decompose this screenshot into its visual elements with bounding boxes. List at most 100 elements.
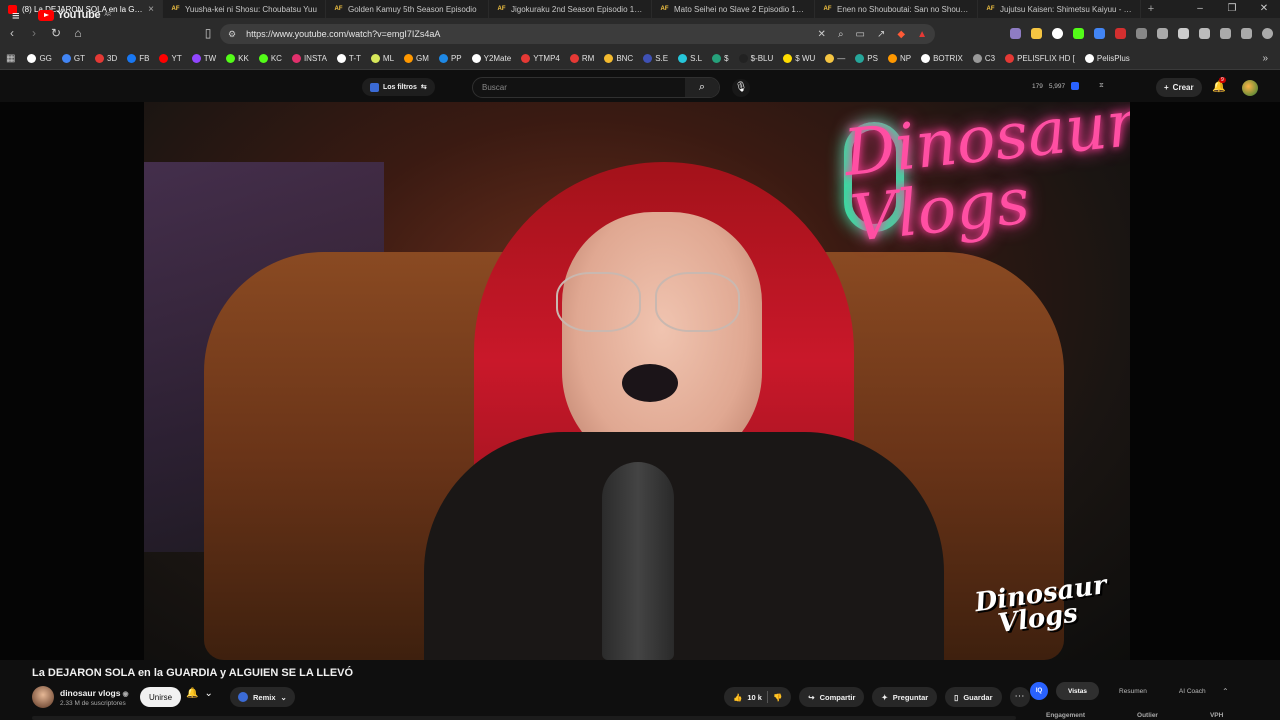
tab-anime-5[interactable]: AF Enen no Shouboutai: San no Shou Ep bbox=[815, 0, 978, 18]
sidebar-icon[interactable] bbox=[1199, 28, 1210, 39]
extension-icon[interactable] bbox=[1052, 28, 1063, 39]
chevron-up-icon[interactable]: ⌃ bbox=[1222, 687, 1229, 696]
bookmark-item[interactable]: 3D bbox=[95, 54, 117, 63]
remix-button[interactable]: Remix ⌄ bbox=[230, 687, 295, 707]
puzzle-icon[interactable] bbox=[1136, 28, 1147, 39]
extension-icon[interactable] bbox=[1157, 28, 1168, 39]
tab-resumen[interactable]: Resumen bbox=[1107, 682, 1159, 700]
bookmark-item[interactable]: S.L bbox=[678, 54, 702, 63]
music-icon[interactable] bbox=[1178, 28, 1189, 39]
notifications-icon[interactable]: 🔔 9 bbox=[1212, 77, 1226, 93]
extension-icon[interactable] bbox=[1031, 28, 1042, 39]
bookmark-item[interactable]: FB bbox=[127, 54, 149, 63]
channel-name[interactable]: dinosaur vlogs ◉ bbox=[60, 688, 129, 698]
tab-anime-6[interactable]: AF Jujutsu Kaisen: Shimetsu Kaiyuu - Zo bbox=[978, 0, 1141, 18]
vpn-icon[interactable] bbox=[1262, 28, 1273, 39]
apps-grid-icon[interactable]: ▦ bbox=[6, 53, 15, 64]
more-bookmarks-icon[interactable]: » bbox=[1262, 53, 1268, 64]
bookmark-item[interactable]: GM bbox=[404, 54, 429, 63]
filters-button[interactable]: Los filtros ⇆ bbox=[362, 78, 435, 96]
extension-icon[interactable] bbox=[1241, 28, 1252, 39]
extension-icon[interactable] bbox=[1010, 28, 1021, 39]
reload-icon[interactable]: ↻ bbox=[46, 26, 66, 40]
forward-icon[interactable]: › bbox=[24, 26, 44, 40]
home-icon[interactable]: ⌂ bbox=[68, 26, 88, 40]
bookmark-item[interactable]: YTMP4 bbox=[521, 54, 560, 63]
channel-avatar[interactable] bbox=[32, 686, 54, 708]
close-window-icon[interactable]: ✕ bbox=[1248, 0, 1280, 18]
share-icon[interactable]: ↗ bbox=[877, 29, 885, 40]
rewards-icon[interactable]: ▲ bbox=[917, 29, 927, 40]
extension-icon[interactable] bbox=[1071, 82, 1080, 90]
bookmark-item[interactable]: ML bbox=[370, 54, 394, 63]
bookmark-item[interactable]: $ bbox=[712, 54, 729, 63]
youtube-logo[interactable]: YouTube AR bbox=[38, 9, 111, 21]
bookmark-item[interactable]: S.E bbox=[643, 54, 668, 63]
iq-badge[interactable]: IQ bbox=[1030, 682, 1048, 700]
close-tab-icon[interactable]: × bbox=[148, 4, 154, 15]
bookmark-item[interactable]: YT bbox=[159, 54, 182, 63]
tab-anime-1[interactable]: AF Yuusha-kei ni Shosu: Choubatsu Yuu bbox=[163, 0, 326, 18]
url-text[interactable]: https://www.youtube.com/watch?v=emgI7IZs… bbox=[246, 29, 440, 39]
bookmark-item[interactable]: KC bbox=[258, 54, 282, 63]
bookmark-item[interactable]: BNC bbox=[604, 54, 633, 63]
save-button[interactable]: ▯ Guardar bbox=[945, 687, 1002, 707]
tab-anime-3[interactable]: AF Jigokuraku 2nd Season Episodio 1 Su bbox=[489, 0, 652, 18]
new-tab-icon[interactable]: + bbox=[1141, 3, 1161, 15]
search-icon[interactable]: ⌕ bbox=[685, 78, 719, 97]
bookmark-item[interactable]: BOTRIX bbox=[921, 54, 963, 63]
cast-icon[interactable]: ▭ bbox=[856, 29, 865, 40]
share-button[interactable]: ↪ Compartir bbox=[799, 687, 865, 707]
tab-anime-2[interactable]: AF Golden Kamuy 5th Season Episodio bbox=[326, 0, 489, 18]
dislike-icon[interactable]: 👎 bbox=[773, 693, 782, 702]
bookmark-favicon-icon bbox=[1084, 54, 1094, 63]
back-icon[interactable]: ‹ bbox=[2, 26, 22, 40]
bookmark-item[interactable]: KK bbox=[226, 54, 249, 63]
bookmark-item[interactable]: PS bbox=[855, 54, 878, 63]
maximize-icon[interactable]: ❐ bbox=[1216, 0, 1248, 18]
bookmark-item[interactable]: GT bbox=[61, 54, 85, 63]
bookmark-item[interactable]: NP bbox=[887, 54, 911, 63]
bookmark-item[interactable]: C3 bbox=[972, 54, 995, 63]
bookmark-item[interactable]: $ WU bbox=[783, 54, 815, 63]
extension-icon[interactable] bbox=[1220, 28, 1231, 39]
like-icon[interactable]: 👍 bbox=[733, 693, 742, 702]
video-frame[interactable]: Dinosaur Vlogs Dinosaur Vlogs bbox=[144, 102, 1130, 660]
bookmark-item[interactable]: PP bbox=[438, 54, 462, 63]
ask-button[interactable]: ✦ Preguntar bbox=[872, 687, 938, 707]
bookmark-item[interactable]: RM bbox=[569, 54, 594, 63]
avatar[interactable] bbox=[1242, 80, 1258, 96]
bookmark-item[interactable]: INSTA bbox=[291, 54, 327, 63]
address-bar[interactable]: ⚙ https://www.youtube.com/watch?v=emgI7I… bbox=[220, 24, 935, 44]
hourglass-icon[interactable]: ⧖ bbox=[1099, 82, 1104, 90]
more-options-icon[interactable]: ⋯ bbox=[1009, 687, 1030, 707]
minimize-icon[interactable]: – bbox=[1184, 0, 1216, 18]
tab-ai-coach[interactable]: AI Coach bbox=[1167, 682, 1218, 700]
subscription-bell[interactable]: 🔔 ⌄ bbox=[186, 688, 213, 699]
bookmark-item[interactable]: T-T bbox=[336, 54, 361, 63]
extension-icon[interactable] bbox=[1115, 28, 1126, 39]
tab-anime-4[interactable]: AF Mato Seihei no Slave 2 Episodio 1 Su bbox=[652, 0, 815, 18]
brave-shield-icon[interactable]: ◆ bbox=[897, 29, 905, 40]
bookmark-item[interactable]: PELISFLIX HD [ bbox=[1005, 54, 1075, 63]
bookmark-item[interactable]: $-BLU bbox=[738, 54, 773, 63]
join-button[interactable]: Unirse bbox=[140, 687, 182, 707]
search-input[interactable] bbox=[473, 83, 685, 92]
tab-vistas[interactable]: Vistas bbox=[1056, 682, 1100, 700]
zoom-icon[interactable]: ⌕ bbox=[838, 29, 844, 40]
menu-icon[interactable]: ≡ bbox=[12, 8, 20, 23]
bookmark-item[interactable]: TW bbox=[191, 54, 216, 63]
microphone-icon[interactable]: 🎙 bbox=[732, 79, 750, 97]
bookmark-item[interactable]: GG bbox=[27, 54, 52, 63]
bookmark-item[interactable]: PelisPlus bbox=[1084, 54, 1130, 63]
bookmark-item[interactable]: Y2Mate bbox=[471, 54, 511, 63]
bookmark-item[interactable]: — bbox=[825, 54, 845, 63]
create-button[interactable]: + Crear bbox=[1156, 78, 1202, 97]
extension-icon[interactable] bbox=[1073, 28, 1084, 39]
extension-icon[interactable] bbox=[1094, 28, 1105, 39]
like-count[interactable]: 10 k bbox=[747, 693, 762, 702]
bookmark-icon[interactable]: ▯ bbox=[198, 26, 218, 40]
site-info-icon[interactable]: ⚙ bbox=[228, 29, 236, 40]
video-player[interactable]: Dinosaur Vlogs Dinosaur Vlogs bbox=[0, 102, 1280, 660]
mute-icon[interactable]: ✕ bbox=[818, 29, 826, 40]
